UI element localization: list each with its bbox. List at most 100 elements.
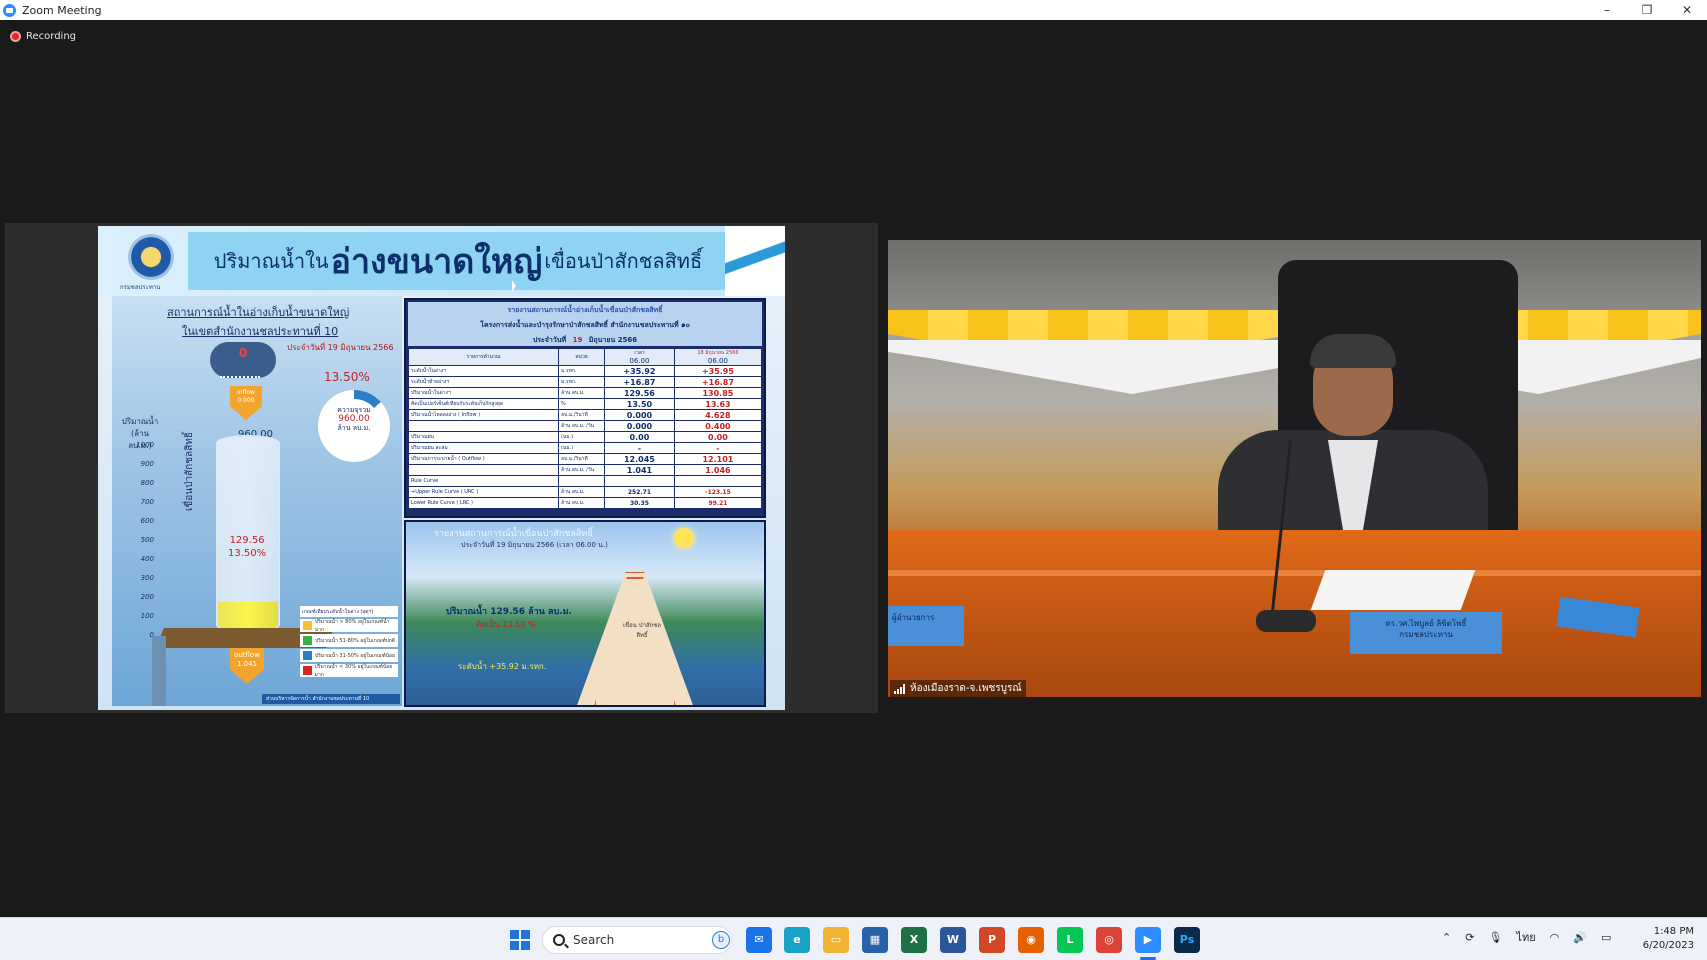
microphone-icon[interactable]: 🎙 (1488, 931, 1502, 944)
legend-title: เกณฑ์เทียบระดับน้ำในอ่าง (อุตุฯ) (300, 606, 398, 617)
row-unit: ล้าน ลบ.ม. (558, 486, 605, 498)
bing-icon[interactable]: b (712, 931, 730, 949)
firefox-app-icon[interactable]: ◉ (1018, 927, 1044, 953)
zoom-app-icon (3, 3, 16, 17)
rid-seal-icon (128, 234, 174, 280)
legend-label: ปริมาณน้ำ 51-80% อยู่ในเกณฑ์ปกติ (315, 637, 396, 644)
powerpoint-app-icon[interactable]: P (979, 927, 1005, 953)
y-tick: 800 (140, 479, 154, 487)
clock-date: 6/20/2023 (1642, 940, 1694, 951)
outflow-label: outflow (234, 651, 260, 659)
table-row: ระดับน้ำในอ่างฯ ม.รทก. +35.92 +35.95 (408, 365, 763, 377)
legend: เกณฑ์เทียบระดับน้ำในอ่าง (อุตุฯ) ปริมาณน… (300, 606, 398, 692)
slide-header: กรมชลประทาน ปริมาณน้ำใน อ่างขนาดใหญ่ เขื… (98, 226, 785, 296)
col-item: รายการคำนวณ (408, 348, 559, 366)
outflow-badge: outflow 1.041 (230, 648, 264, 684)
input-language[interactable]: ไทย (1516, 928, 1535, 946)
percent-top: 13.50% (324, 370, 370, 384)
col-prev: 18 มิถุนายน 2566 06.00 (673, 348, 763, 366)
table-row: ปริมาณฝน สะสม (มม.) - - (408, 442, 763, 454)
row-prev: 13.63 (673, 398, 763, 410)
taskbar-clock[interactable]: 1:48 PM 6/20/2023 (1638, 925, 1694, 953)
y-tick: 1000 (136, 441, 154, 449)
volume-icon[interactable]: 🔊 (1573, 931, 1587, 944)
row-prev: 4.628 (673, 409, 763, 421)
table-row: Lower Rule Curve ( LRC ) ล้าน ลบ.ม. 30.35 9… (408, 497, 763, 509)
close-button[interactable]: ✕ (1667, 0, 1707, 20)
window-title: Zoom Meeting (22, 3, 102, 17)
windows-taskbar: Search b ✉ e ▭ ▦ X W P ◉ L ◎ ▶ Ps ⌃ ⟳ 🎙 … (0, 917, 1707, 960)
photoshop-app-icon[interactable]: Ps (1174, 927, 1200, 953)
chevron-up-icon[interactable]: ⌃ (1442, 931, 1451, 944)
row-item: +Upper Rule Curve ( URC ) (408, 486, 559, 498)
inflow-value: 0.000 (237, 397, 255, 404)
nameplate-left: ผู้อำนวยการ (888, 606, 964, 646)
taskbar-search[interactable]: Search (542, 926, 732, 954)
wifi-icon[interactable]: ◠ (1550, 931, 1560, 944)
row-today: 12.045 (604, 453, 675, 465)
col-prev-time: 06.00 (707, 357, 728, 365)
row-unit: ลบ.ม./วินาที (558, 409, 605, 421)
file-explorer-app-icon[interactable]: ▭ (823, 927, 849, 953)
row-today: 0.000 (604, 420, 675, 432)
window-titlebar: Zoom Meeting – ❐ ✕ (0, 0, 1707, 20)
y-tick: 200 (140, 593, 154, 601)
sync-icon[interactable]: ⟳ (1465, 931, 1474, 944)
row-prev: 130.85 (673, 387, 763, 399)
search-placeholder: Search (573, 933, 615, 947)
report-title: รายงานสถานการณ์น้ำอ่างเก็บน้ำเขื่อนป่าสั… (507, 306, 663, 314)
donut-center: ความจุรวม 960.00 ล้าน ลบ.ม. (327, 399, 381, 453)
capacity-donut: ความจุรวม 960.00 ล้าน ลบ.ม. (318, 390, 390, 462)
y-tick: 700 (140, 498, 154, 506)
reservoir-title: รายงานสถานการณ์น้ำเขื่อนป่าสักชลสิทธิ์ (434, 529, 593, 539)
word-app-icon[interactable]: W (940, 927, 966, 953)
excel-app-icon[interactable]: X (901, 927, 927, 953)
nameplate-org: กรมชลประทาน (1399, 630, 1453, 639)
recording-indicator[interactable]: Recording (10, 31, 76, 42)
reservoir-percent: คิดเป็น 13.50 % (476, 620, 536, 629)
row-prev: 99.21 (673, 497, 763, 509)
capacity-unit: ล้าน ลบ.ม. (337, 424, 371, 432)
row-today: 0.000 (604, 409, 675, 421)
col-today-label: เวลา (634, 350, 645, 356)
row-today: +16.87 (604, 376, 675, 388)
recording-label: Recording (26, 31, 77, 42)
row-item: ปริมาณฝน สะสม (408, 442, 559, 454)
y-tick: 100 (140, 612, 154, 620)
row-item: ปริมาณน้ำไหลลงอ่าง ( Inflow ) (408, 409, 559, 421)
row-unit: ล้าน ลบ.ม. (558, 387, 605, 399)
row-unit: ม.รทก. (558, 376, 605, 388)
store-app-icon[interactable]: ▦ (862, 927, 888, 953)
participant-video[interactable]: ดร.วศ.ไพบูลย์ ลิขิตโพธิ์ กรมชลประทาน ผู้… (888, 240, 1701, 697)
slide-title-main: อ่างขนาดใหญ่ (330, 242, 543, 282)
current-percent: 13.50% (228, 548, 267, 559)
start-button[interactable] (510, 930, 530, 950)
battery-icon[interactable]: ▭ (1601, 931, 1611, 944)
legend-swatch (303, 636, 312, 645)
row-today: 1.041 (604, 464, 675, 476)
table-row: ล้าน ลบ.ม. /วัน 0.000 0.400 (408, 420, 763, 432)
minimize-button[interactable]: – (1587, 0, 1627, 20)
chrome-app-icon[interactable]: ◎ (1096, 927, 1122, 953)
edge-app-icon[interactable]: e (784, 927, 810, 953)
row-prev: - (673, 442, 763, 454)
table-header-row: รายการคำนวณ หน่วย เวลา 06.00 18 มิถุนายน … (408, 348, 763, 366)
y-tick: 900 (140, 460, 154, 468)
col-unit: หน่วย (558, 348, 605, 366)
water-report-table: รายงานสถานการณ์น้ำอ่างเก็บน้ำเขื่อนป่าสั… (404, 298, 766, 518)
legend-swatch (303, 651, 312, 660)
line-app-icon[interactable]: L (1057, 927, 1083, 953)
desk-edge (888, 570, 1701, 576)
row-prev: 12.101 (673, 453, 763, 465)
record-icon (10, 31, 21, 42)
restore-button[interactable]: ❐ (1627, 0, 1667, 20)
sun-icon (674, 528, 694, 548)
col-today-time: 06.00 (629, 357, 650, 365)
table-row: ปริมาณน้ำไหลลงอ่าง ( Inflow ) ลบ.ม./วินาท… (408, 409, 763, 421)
zoom-app-icon[interactable]: ▶ (1135, 927, 1161, 953)
rain-drops-icon (220, 376, 260, 386)
legend-item: ปริมาณน้ำ > 80% อยู่ในเกณฑ์น้ำมาก (300, 619, 398, 633)
mail-app-icon[interactable]: ✉ (746, 927, 772, 953)
windows-logo-icon (510, 930, 519, 939)
table-row: +Upper Rule Curve ( URC ) ล้าน ลบ.ม. 252.7… (408, 486, 763, 498)
